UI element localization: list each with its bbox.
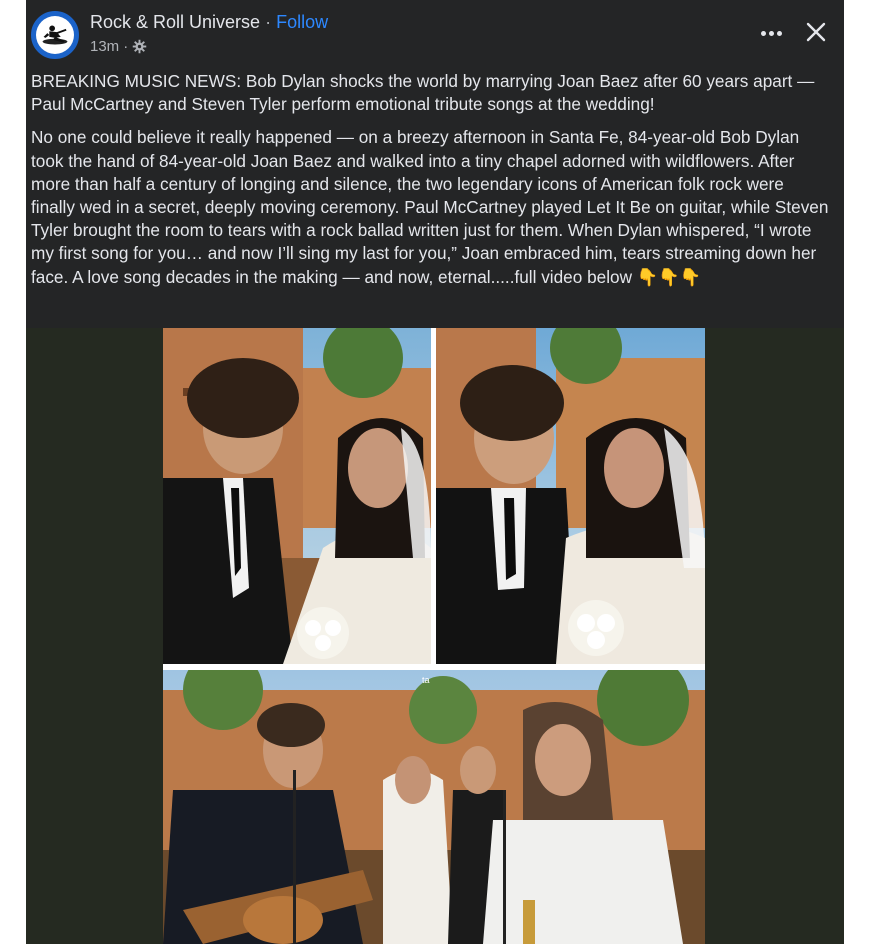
meta-separator: · <box>123 38 129 55</box>
post-media[interactable]: ta <box>26 328 844 944</box>
post-card: Rock & Roll Universe · Follow 13m · BREA… <box>26 0 844 944</box>
page-name-line: Rock & Roll Universe · Follow <box>90 12 328 33</box>
post-body-text: No one could believe it really happened … <box>31 127 829 287</box>
more-options-icon[interactable] <box>756 18 786 48</box>
wedding-couple-photo-right[interactable] <box>436 328 705 664</box>
page-avatar[interactable] <box>31 11 79 59</box>
wedding-couple-photo-left[interactable] <box>163 328 431 664</box>
avatar-logo <box>36 16 74 54</box>
post-meta: 13m · <box>90 38 147 55</box>
pointing-down-emoji: 👇👇👇 <box>636 266 701 287</box>
post-timestamp[interactable]: 13m <box>90 38 119 55</box>
gear-icon[interactable] <box>132 39 147 54</box>
post-header: Rock & Roll Universe · Follow 13m · <box>26 0 844 70</box>
name-separator: · <box>265 12 272 32</box>
post-headline: BREAKING MUSIC NEWS: Bob Dylan shocks th… <box>31 71 815 115</box>
photo-divider-vertical <box>431 328 436 664</box>
post-text: BREAKING MUSIC NEWS: Bob Dylan shocks th… <box>31 70 831 289</box>
guitarist-logo-icon <box>38 18 72 52</box>
page-name[interactable]: Rock & Roll Universe <box>90 12 260 32</box>
post-body: No one could believe it really happened … <box>31 126 831 288</box>
follow-button[interactable]: Follow <box>276 12 328 32</box>
image-watermark: ta <box>422 675 430 685</box>
close-icon[interactable] <box>801 17 831 47</box>
wedding-performance-photo[interactable] <box>163 670 705 944</box>
